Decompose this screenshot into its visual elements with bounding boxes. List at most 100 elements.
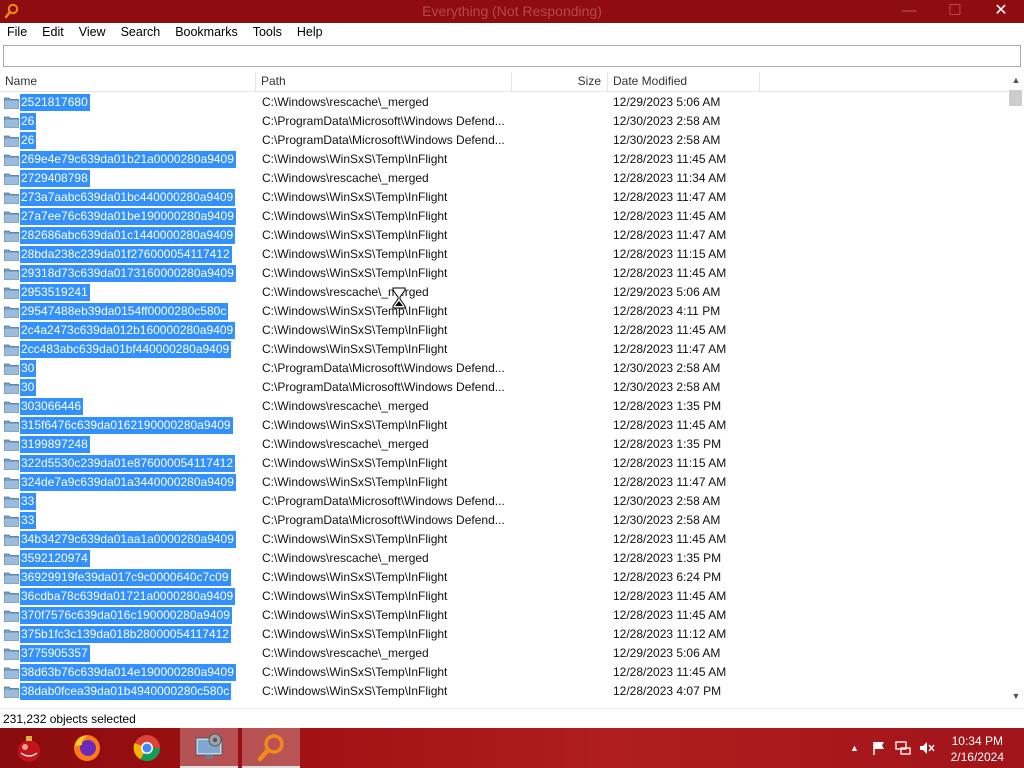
table-row[interactable]: 315f6476c639da0162190000280a9409 C:\Windo…	[0, 416, 1008, 435]
table-row[interactable]: 34b34279c639da01aa1a0000280a9409 C:\Windo…	[0, 530, 1008, 549]
path-cell: C:\ProgramData\Microsoft\Windows Defend.…	[262, 114, 505, 128]
folder-icon	[4, 534, 19, 546]
name-cell: 36cdba78c639da01721a0000280a9409	[4, 588, 236, 605]
table-row[interactable]: 28bda238c239da01f276000054117412 C:\Windo…	[0, 245, 1008, 264]
folder-icon	[4, 116, 19, 128]
table-row[interactable]: 30 C:\ProgramData\Microsoft\Windows Defen…	[0, 378, 1008, 397]
date-modified-cell: 12/28/2023 11:45 AM	[613, 418, 727, 432]
christmas-ornament-icon[interactable]	[0, 728, 58, 768]
date-modified-cell: 12/28/2023 11:45 AM	[613, 209, 727, 223]
table-row[interactable]: 322d5530c239da01e876000054117412 C:\Windo…	[0, 454, 1008, 473]
status-bar: 231,232 objects selected	[0, 708, 1024, 728]
column-header-size[interactable]: Size	[512, 72, 608, 92]
menu-bookmarks[interactable]: Bookmarks	[175, 23, 238, 39]
table-row[interactable]: 2729408798 C:\Windows\rescache\_merged 12/…	[0, 169, 1008, 188]
table-row[interactable]: 36929919fe39da017c9c0000640c7c09 C:\Windo…	[0, 568, 1008, 587]
date-modified-cell: 12/30/2023 2:58 AM	[613, 494, 721, 508]
table-row[interactable]: 282686abc639da01c1440000280a9409 C:\Windo…	[0, 226, 1008, 245]
table-row[interactable]: 2521817680 C:\Windows\rescache\_merged 12/…	[0, 93, 1008, 112]
table-row[interactable]: 27a7ee76c639da01be190000280a9409 C:\Windo…	[0, 207, 1008, 226]
date-modified-cell: 12/28/2023 11:47 AM	[613, 342, 727, 356]
menu-tools[interactable]: Tools	[253, 23, 282, 39]
table-row[interactable]: 29547488eb39da0154ff0000280c580c C:\Windo…	[0, 302, 1008, 321]
control-panel-icon[interactable]	[180, 728, 238, 768]
chrome-icon[interactable]	[118, 728, 176, 768]
table-row[interactable]: 33 C:\ProgramData\Microsoft\Windows Defen…	[0, 511, 1008, 530]
file-name: 303066446	[20, 398, 84, 415]
date-modified-cell: 12/28/2023 1:35 PM	[613, 437, 722, 451]
file-name: 322d5530c239da01e876000054117412	[20, 455, 235, 472]
column-header-path[interactable]: Path	[256, 72, 512, 92]
name-cell: 273a7aabc639da01bc440000280a9409	[4, 189, 236, 206]
show-hidden-icons-icon[interactable]: ▲	[850, 743, 859, 753]
vertical-scrollbar[interactable]: ▲ ▼	[1008, 72, 1024, 704]
table-row[interactable]: 26 C:\ProgramData\Microsoft\Windows Defen…	[0, 131, 1008, 150]
table-row[interactable]: 2c4a2473c639da012b160000280a9409 C:\Windo…	[0, 321, 1008, 340]
scroll-up-arrow-icon[interactable]: ▲	[1008, 72, 1024, 88]
table-row[interactable]: 38d63b76c639da014e190000280a9409 C:\Windo…	[0, 663, 1008, 682]
path-cell: C:\Windows\WinSxS\Temp\InFlight	[262, 475, 448, 489]
menu-edit[interactable]: Edit	[42, 23, 64, 39]
table-row[interactable]: 2cc483abc639da01bf440000280a9409 C:\Windo…	[0, 340, 1008, 359]
table-row[interactable]: 273a7aabc639da01bc440000280a9409 C:\Windo…	[0, 188, 1008, 207]
folder-icon	[4, 287, 19, 299]
date-modified-cell: 12/28/2023 11:45 AM	[613, 665, 727, 679]
menu-view[interactable]: View	[79, 23, 106, 39]
file-name: 370f7576c639da016c190000280a9409	[20, 607, 232, 624]
table-row[interactable]: 324de7a9c639da01a3440000280a9409 C:\Windo…	[0, 473, 1008, 492]
menu-file[interactable]: File	[7, 23, 27, 39]
table-row[interactable]: 30 C:\ProgramData\Microsoft\Windows Defen…	[0, 359, 1008, 378]
folder-icon	[4, 306, 19, 318]
column-header-date-modified[interactable]: Date Modified	[608, 72, 760, 92]
name-cell: 38d63b76c639da014e190000280a9409	[4, 664, 236, 681]
table-row[interactable]: 370f7576c639da016c190000280a9409 C:\Windo…	[0, 606, 1008, 625]
results-list[interactable]: 2521817680 C:\Windows\rescache\_merged 12/…	[0, 93, 1008, 703]
hourglass-cursor-icon	[392, 287, 406, 309]
table-row[interactable]: 38dab0fcea39da01b4940000280c580c C:\Windo…	[0, 682, 1008, 701]
column-header-name[interactable]: Name	[0, 72, 256, 92]
date-modified-cell: 12/29/2023 5:06 AM	[613, 285, 721, 299]
file-name: 375b1fc3c139da018b28000054117412	[20, 626, 231, 643]
action-center-flag-icon[interactable]	[871, 740, 887, 756]
volume-muted-icon[interactable]	[919, 740, 935, 756]
file-name: 30	[20, 360, 37, 377]
table-row[interactable]: 375b1fc3c139da018b28000054117412 C:\Windo…	[0, 625, 1008, 644]
path-cell: C:\Windows\WinSxS\Temp\InFlight	[262, 665, 448, 679]
table-row[interactable]: 303066446 C:\Windows\rescache\_merged 12/2…	[0, 397, 1008, 416]
table-row[interactable]: 29318d73c639da0173160000280a9409 C:\Windo…	[0, 264, 1008, 283]
file-name: 34b34279c639da01aa1a0000280a9409	[20, 531, 236, 548]
scroll-down-arrow-icon[interactable]: ▼	[1008, 688, 1024, 704]
name-cell: 269e4e79c639da01b21a0000280a9409	[4, 151, 236, 168]
name-cell: 370f7576c639da016c190000280a9409	[4, 607, 232, 624]
date-modified-cell: 12/30/2023 2:58 AM	[613, 380, 721, 394]
everything-search-icon[interactable]	[242, 728, 300, 768]
table-row[interactable]: 26 C:\ProgramData\Microsoft\Windows Defen…	[0, 112, 1008, 131]
date-modified-cell: 12/28/2023 11:45 AM	[613, 608, 727, 622]
minimize-button[interactable]: —	[886, 0, 932, 23]
name-cell: 375b1fc3c139da018b28000054117412	[4, 626, 231, 643]
file-name: 36cdba78c639da01721a0000280a9409	[20, 588, 236, 605]
maximize-button[interactable]: ☐	[932, 0, 978, 23]
network-icon[interactable]	[895, 740, 911, 756]
date-modified-cell: 12/28/2023 11:12 AM	[613, 627, 727, 641]
table-row[interactable]: 2953519241 C:\Windows\rescache\_merged 12/…	[0, 283, 1008, 302]
table-row[interactable]: 3199897248 C:\Windows\rescache\_merged 12/…	[0, 435, 1008, 454]
close-button[interactable]: ✕	[978, 0, 1024, 23]
file-name: 3592120974	[20, 550, 90, 567]
search-input[interactable]	[3, 45, 1021, 67]
scrollbar-thumb[interactable]	[1009, 90, 1022, 106]
menu-search[interactable]: Search	[121, 23, 161, 39]
menu-help[interactable]: Help	[297, 23, 323, 39]
taskbar-clock[interactable]: 10:34 PM 2/16/2024	[951, 733, 1004, 765]
name-cell: 3199897248	[4, 436, 90, 453]
table-row[interactable]: 33 C:\ProgramData\Microsoft\Windows Defen…	[0, 492, 1008, 511]
table-row[interactable]: 269e4e79c639da01b21a0000280a9409 C:\Windo…	[0, 150, 1008, 169]
clock-date: 2/16/2024	[950, 750, 1004, 764]
table-row[interactable]: 36cdba78c639da01721a0000280a9409 C:\Windo…	[0, 587, 1008, 606]
name-cell: 2729408798	[4, 170, 90, 187]
table-row[interactable]: 3775905357 C:\Windows\rescache\_merged 12/…	[0, 644, 1008, 663]
folder-icon	[4, 420, 19, 432]
table-row[interactable]: 3592120974 C:\Windows\rescache\_merged 12/…	[0, 549, 1008, 568]
date-modified-cell: 12/28/2023 11:45 AM	[613, 323, 727, 337]
firefox-icon[interactable]	[58, 728, 116, 768]
